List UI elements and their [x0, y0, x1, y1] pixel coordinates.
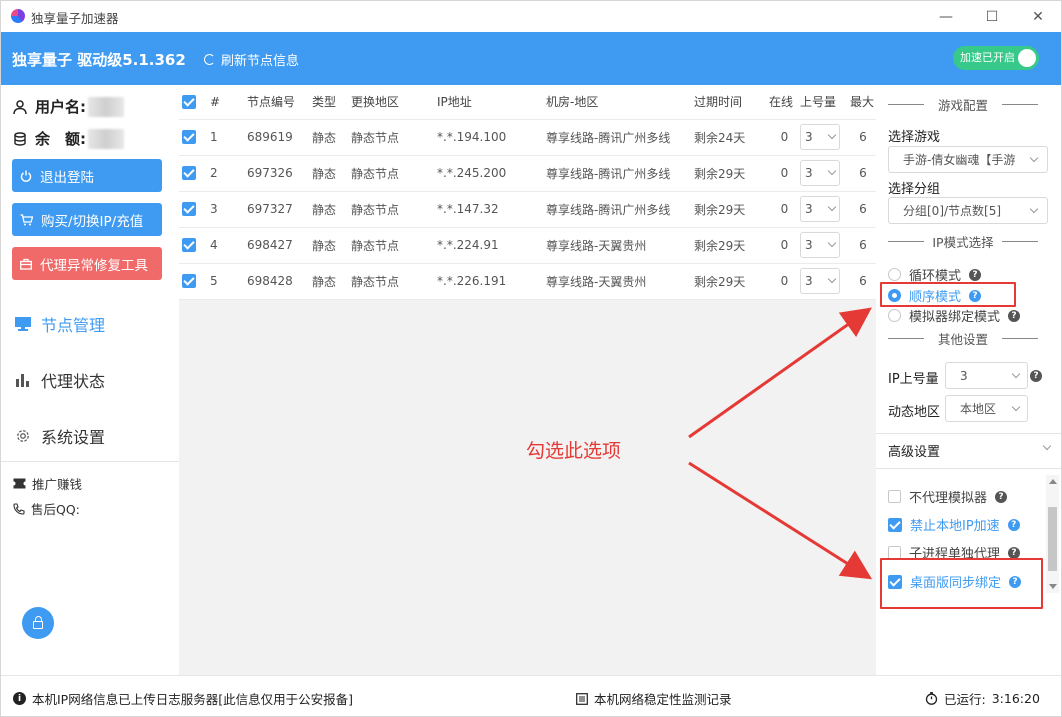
- log-icon: [576, 692, 588, 705]
- annotation-arrows: [688, 307, 873, 580]
- app-window: 独享量子加速器 — ☐ ✕ 独享量子 驱动级5.1.362 刷新节点信息 加速已…: [0, 0, 1062, 717]
- uptime-value: 3:16:20: [991, 691, 1040, 706]
- stopwatch-icon: [925, 692, 938, 705]
- arrow-to-sequential-mode: [688, 307, 872, 439]
- status-upload-text: 本机IP网络信息已上传日志服务器[此信息仅用于公安报备]: [32, 692, 353, 707]
- annotation-text: 勾选此选项: [526, 440, 622, 462]
- uptime-display: 已运行: 3:16:20: [925, 689, 1040, 708]
- arrow-to-desktop-sync: [688, 461, 873, 580]
- info-icon: i: [13, 692, 26, 705]
- status-upload-info: i 本机IP网络信息已上传日志服务器[此信息仅用于公安报备]: [13, 689, 353, 708]
- uptime-label: 已运行:: [944, 692, 986, 707]
- network-monitor-text: 本机网络稳定性监测记录: [594, 692, 732, 707]
- network-monitor-link[interactable]: 本机网络稳定性监测记录: [576, 689, 732, 708]
- status-bar: i 本机IP网络信息已上传日志服务器[此信息仅用于公安报备] 本机网络稳定性监测…: [1, 675, 1061, 716]
